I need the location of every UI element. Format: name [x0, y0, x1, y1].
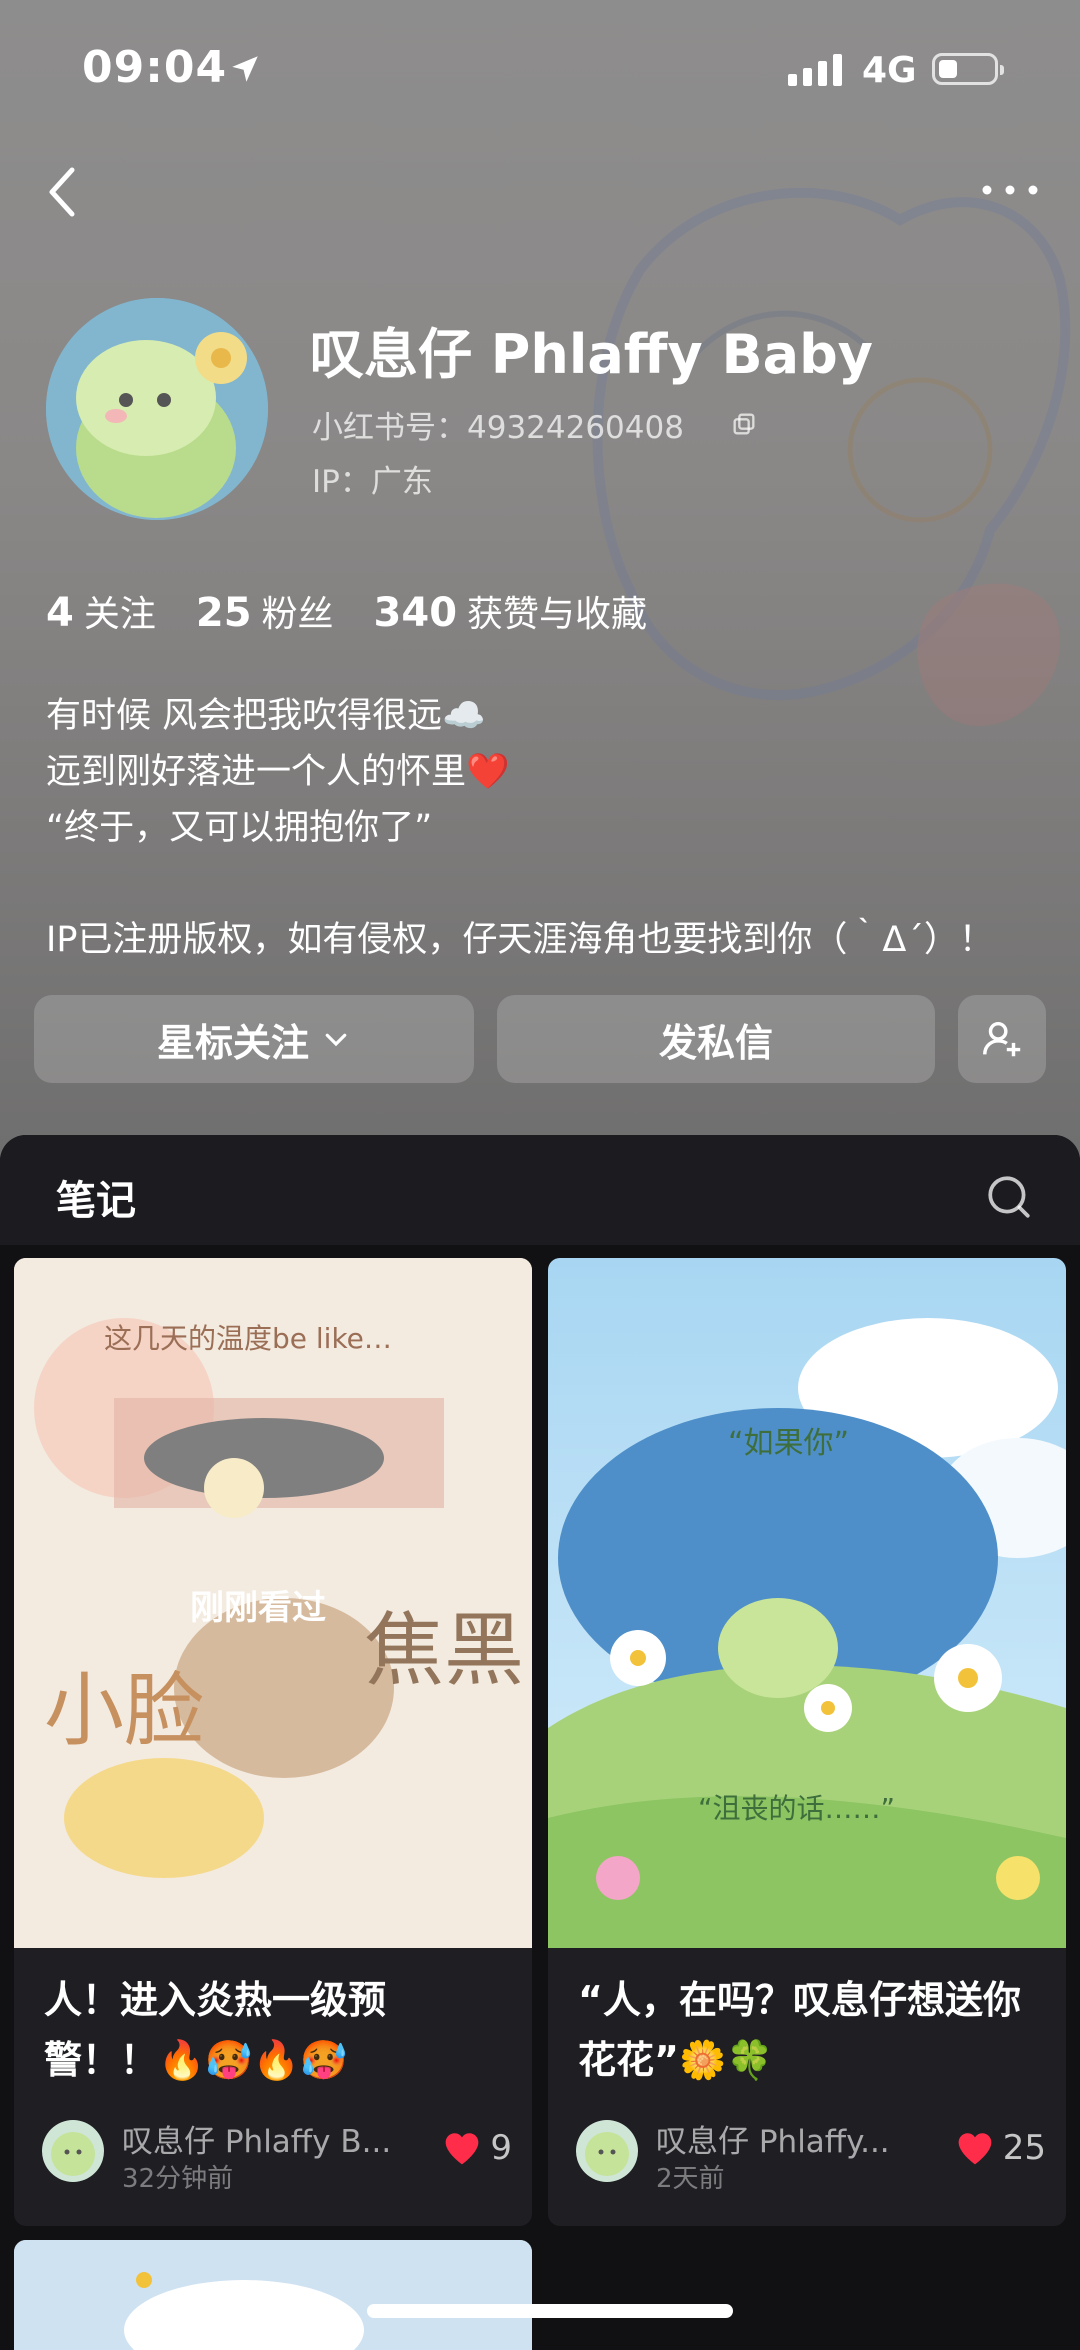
note-title: 人！进入炎热一级预 警！！🔥🥵🔥🥵 [44, 1970, 514, 2090]
star-follow-button[interactable]: 星标关注 [34, 995, 474, 1083]
stat-value: 25 [195, 590, 252, 636]
note-time: 32分钟前 [122, 2164, 234, 2194]
battery-icon [932, 53, 1004, 85]
note-card[interactable]: “如果你” “沮丧的话……” “人，在吗？叹息仔想送你 花花”🌼🍀 叹息仔 Ph… [548, 1258, 1066, 2226]
add-user-icon [983, 1021, 1021, 1057]
back-chevron-icon[interactable] [40, 162, 90, 222]
chevron-down-icon [325, 1033, 347, 1047]
note-card[interactable]: 这几天的温度be like… 小脸 焦黑 人！进入炎热一级预 警！！🔥🥵🔥🥵 叹… [14, 1258, 532, 2226]
stat-following[interactable]: 4 关注 [46, 585, 156, 637]
note-title-line: 人！进入炎热一级预 [44, 1978, 387, 2022]
profile-bio: 有时候 风会把我吹得很远☁️ 远到刚好落进一个人的怀里❤️ “终于，又可以拥抱你… [46, 688, 994, 968]
home-indicator[interactable] [367, 2304, 733, 2318]
author-avatar[interactable] [42, 2120, 104, 2182]
bio-line: 远到刚好落进一个人的怀里❤️ [46, 752, 510, 792]
like-count: 9 [490, 2128, 512, 2168]
stat-value: 340 [373, 590, 458, 636]
tab-notes[interactable]: 笔记 [56, 1168, 136, 1226]
stat-value: 4 [46, 590, 74, 636]
profile-name: 叹息仔 Phlaffy Baby [310, 323, 873, 386]
heart-icon [445, 2133, 479, 2165]
note-cover-art [14, 2240, 532, 2350]
more-options-icon[interactable] [975, 170, 1045, 210]
red-id: 小红书号：49324260408 [312, 410, 684, 446]
copy-icon[interactable] [730, 410, 758, 438]
note-cover-art: “如果你” “沮丧的话……” [548, 1258, 1066, 1948]
bio-line: “终于，又可以拥抱你了” [46, 808, 433, 848]
author-avatar[interactable] [576, 2120, 638, 2182]
send-message-button[interactable]: 发私信 [497, 995, 935, 1083]
note-cover-image: “如果你” “沮丧的话……” [548, 1258, 1066, 1948]
like-count: 25 [1002, 2128, 1046, 2168]
recently-viewed-label: 刚刚看过 [190, 1588, 326, 1628]
stat-label: 获赞与收藏 [467, 594, 648, 635]
author-name[interactable]: 叹息仔 Phlaffy... [656, 2116, 890, 2161]
stat-likes-collects[interactable]: 340 获赞与收藏 [374, 585, 648, 637]
bio-line: 有时候 风会把我吹得很远☁️ [46, 696, 486, 736]
avatar[interactable] [46, 298, 268, 520]
like-button[interactable]: 25 [955, 2128, 1046, 2168]
note-title-line: 警！！🔥🥵🔥🥵 [44, 2038, 348, 2082]
note-title-line: “人，在吗？叹息仔想送你 [578, 1978, 1021, 2022]
search-icon[interactable] [984, 1172, 1034, 1222]
status-time: 09:04 [82, 42, 228, 93]
stat-label: 关注 [83, 594, 156, 635]
bio-line: IP已注册版权，如有侵权，仔天涯海角也要找到你（｀Δ´）！ [46, 920, 994, 960]
stat-followers[interactable]: 25 粉丝 [196, 585, 334, 637]
cover-text-bottom: “沮丧的话……” [698, 1792, 895, 1825]
stat-label: 粉丝 [261, 594, 334, 635]
like-button[interactable]: 9 [442, 2128, 512, 2168]
send-message-label: 发私信 [658, 1020, 773, 1065]
profile-stats: 4 关注 25 粉丝 340 获赞与收藏 [46, 585, 647, 637]
status-bar: 09:04 4G [0, 0, 1080, 140]
note-meta: 叹息仔 Phlaffy... 2天前 25 [576, 2116, 1046, 2196]
network-type: 4G [862, 50, 917, 91]
avatar-art [46, 298, 268, 520]
ip-location: IP：广东 [312, 464, 433, 500]
cover-text-top: “如果你” [728, 1426, 849, 1461]
note-card-partial[interactable] [14, 2240, 532, 2350]
location-arrow-icon [232, 56, 258, 82]
add-friend-button[interactable] [958, 995, 1046, 1083]
heart-icon [958, 2133, 992, 2165]
bio-line [46, 856, 994, 912]
author-name[interactable]: 叹息仔 Phlaffy B... [122, 2116, 391, 2161]
note-title: “人，在吗？叹息仔想送你 花花”🌼🍀 [578, 1970, 1048, 2090]
notes-tab-bar [0, 1135, 1080, 1245]
note-meta: 叹息仔 Phlaffy B... 32分钟前 9 [42, 2116, 512, 2196]
signal-icon [788, 54, 842, 86]
note-time: 2天前 [656, 2164, 725, 2194]
note-title-line: 花花”🌼🍀 [578, 2038, 774, 2082]
star-follow-label: 星标关注 [156, 1020, 309, 1065]
